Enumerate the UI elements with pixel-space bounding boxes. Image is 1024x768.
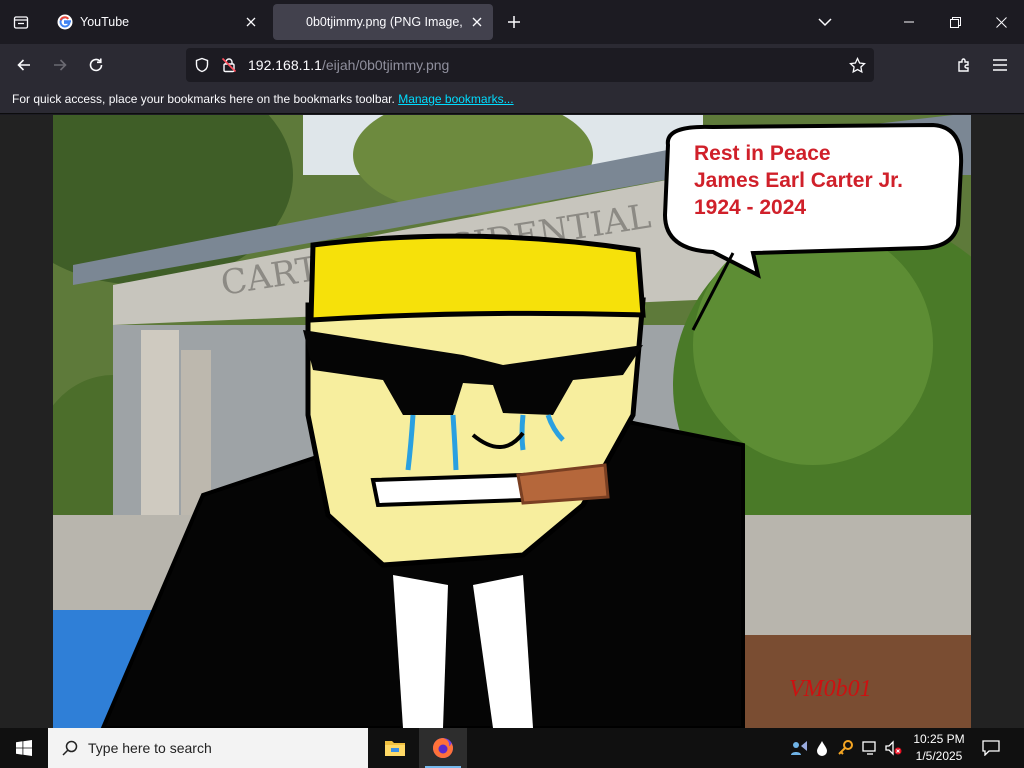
notification-icon [982, 740, 1000, 756]
search-icon [62, 740, 78, 756]
shield-icon[interactable] [194, 57, 210, 73]
displayed-image: CARTER PRESIDENTIAL [53, 115, 971, 728]
url-text[interactable]: 192.168.1.1/eijah/0b0tjimmy.png [248, 57, 449, 73]
bookmark-star-icon[interactable] [849, 57, 866, 74]
reload-button[interactable] [80, 49, 112, 81]
minimize-icon [904, 21, 914, 23]
drop-icon[interactable] [812, 738, 832, 758]
restore-button[interactable] [932, 0, 978, 44]
close-window-button[interactable] [978, 0, 1024, 44]
tear [450, 414, 459, 471]
caption-line-2: James Earl Carter Jr. [694, 169, 903, 192]
tab-list-icon [13, 16, 29, 29]
content-viewport: CARTER PRESIDENTIAL [0, 115, 1024, 728]
bookmarks-toolbar: For quick access, place your bookmarks h… [0, 86, 1024, 114]
manage-bookmarks-link[interactable]: Manage bookmarks... [398, 92, 513, 106]
url-path: /eijah/0b0tjimmy.png [321, 57, 450, 73]
menu-button[interactable] [984, 49, 1016, 81]
title-bar: YouTube 0b0tjimmy.png (PNG Image, 91 [0, 0, 1024, 44]
search-placeholder: Type here to search [88, 740, 212, 756]
reload-icon [89, 58, 103, 72]
tab-title: YouTube [80, 15, 130, 29]
restore-icon [949, 16, 961, 28]
network-people-icon[interactable] [789, 738, 809, 758]
volume-muted-icon[interactable] [883, 738, 903, 758]
close-icon [995, 16, 1007, 28]
tab-title: 0b0tjimmy.png (PNG Image, 91 [306, 15, 465, 29]
navigation-toolbar: 192.168.1.1/eijah/0b0tjimmy.png [0, 44, 1024, 86]
extensions-button[interactable] [948, 49, 980, 81]
caption-line-3: 1924 - 2024 [694, 196, 806, 219]
arrow-left-icon [17, 59, 30, 71]
signature: VM0b01 [789, 676, 872, 702]
clock-time: 10:25 PM [913, 732, 965, 746]
taskbar-search[interactable]: Type here to search [48, 728, 368, 768]
start-button[interactable] [0, 728, 48, 768]
notification-center-button[interactable] [976, 728, 1006, 768]
column [141, 330, 179, 540]
puzzle-icon [958, 58, 969, 72]
close-tab-icon[interactable] [465, 10, 489, 34]
close-tab-icon[interactable] [239, 10, 263, 34]
file-explorer-button[interactable] [371, 728, 419, 768]
tab-list-button[interactable] [0, 0, 42, 44]
system-clock[interactable]: 10:25 PM 1/5/2025 [906, 731, 972, 765]
tab-image[interactable]: 0b0tjimmy.png (PNG Image, 91 [273, 4, 493, 40]
address-bar[interactable]: 192.168.1.1/eijah/0b0tjimmy.png [186, 48, 874, 82]
network-icon[interactable] [860, 738, 880, 758]
url-host: 192.168.1.1 [248, 57, 322, 73]
image-icon [283, 14, 299, 30]
hamburger-menu-icon [993, 59, 1007, 71]
windows-logo-icon [16, 740, 32, 756]
insecure-lock-icon[interactable] [221, 57, 237, 73]
caption-line-1: Rest in Peace [694, 142, 831, 165]
plus-icon [508, 16, 520, 28]
back-button[interactable] [8, 49, 40, 81]
bookmarks-hint: For quick access, place your bookmarks h… [12, 92, 395, 106]
teeth [370, 472, 525, 508]
hair [308, 233, 646, 323]
new-tab-button[interactable] [502, 10, 526, 34]
minimize-button[interactable] [886, 0, 932, 44]
arrow-right-icon [54, 59, 67, 71]
bookmarks-message: For quick access, place your bookmarks h… [12, 92, 514, 106]
chevron-down-icon [818, 18, 832, 27]
tab-youtube[interactable]: YouTube [47, 4, 267, 40]
list-all-tabs-button[interactable] [802, 0, 848, 44]
key-icon[interactable] [835, 738, 855, 758]
firefox-icon [433, 738, 453, 758]
forward-button[interactable] [44, 49, 76, 81]
taskbar: Type here to search 10:25 PM 1/5/2025 [0, 728, 1024, 768]
google-icon [57, 14, 73, 30]
clock-date: 1/5/2025 [915, 749, 963, 763]
firefox-button[interactable] [419, 728, 467, 768]
folder-icon [385, 741, 405, 756]
